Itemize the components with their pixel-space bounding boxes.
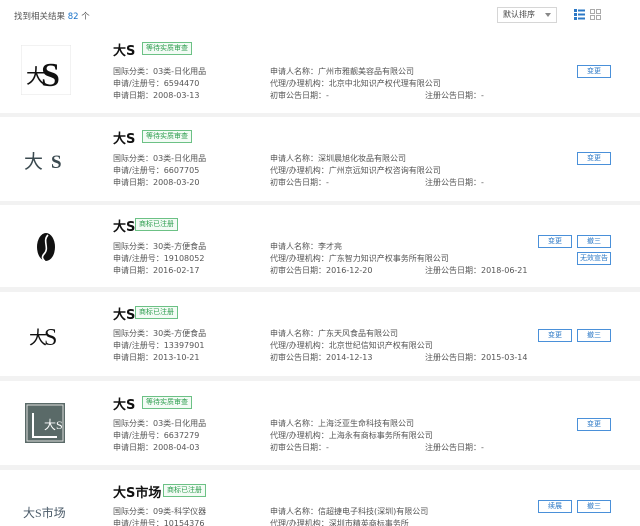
change-button[interactable]: 变更 — [577, 65, 611, 78]
trademark-name[interactable]: 大S — [113, 40, 135, 59]
reg-number-field: 申请/注册号：6637279 — [113, 431, 200, 440]
revoke-button[interactable]: 撤三 — [577, 235, 611, 248]
renew-button[interactable]: 续展 — [538, 500, 572, 513]
reg-date-field: 注册公告日期：- — [425, 91, 484, 100]
apply-date-field: 申请日期：2013-10-21 — [113, 353, 200, 362]
class-field: 国际分类：30类-方便食品 — [113, 242, 207, 251]
agent-field: 代理/办理机构：深圳市精英商标事务所 — [270, 519, 409, 526]
reg-date-field: 注册公告日期：- — [425, 178, 484, 187]
agent-field: 代理/办理机构：北京中北知识产权代理有限公司 — [270, 79, 441, 88]
result-count-suffix: 个 — [81, 12, 90, 22]
status-badge: 等待实质审查 — [142, 42, 192, 55]
result-card[interactable]: 大S 商标已注册 国际分类：30类-方便食品 申请/注册号：19108052 申… — [0, 205, 640, 287]
svg-text:S: S — [51, 152, 62, 173]
status-badge: 商标已注册 — [135, 218, 178, 231]
results-header: 找到相关结果 82 个 默认排序 — [0, 0, 640, 32]
trademark-name[interactable]: 大S市场 — [113, 482, 161, 501]
trademark-logo[interactable]: 大S — [21, 399, 71, 449]
result-card[interactable]: 大S 大S 等待实质审查 国际分类：03类-日化用品 申请/注册号：663727… — [0, 381, 640, 465]
status-badge: 等待实质审查 — [142, 130, 192, 143]
sort-dropdown[interactable]: 默认排序 — [497, 7, 557, 23]
class-field: 国际分类：03类-日化用品 — [113, 67, 207, 76]
result-card[interactable]: 大 S 大S 等待实质审查 国际分类：03类-日化用品 申请/注册号：65944… — [0, 29, 640, 113]
trademark-name[interactable]: 大S — [113, 394, 135, 413]
svg-text:S: S — [41, 57, 60, 94]
svg-text:大: 大 — [24, 151, 43, 173]
applicant-field: 申请人名称：深圳晨旭化妆品有限公司 — [270, 154, 406, 163]
trademark-name[interactable]: 大S — [113, 304, 135, 323]
result-count-prefix: 找到相关结果 — [14, 12, 66, 22]
chevron-down-icon — [545, 13, 551, 17]
reg-number-field: 申请/注册号：6607705 — [113, 166, 200, 175]
prelim-date-field: 初审公告日期：- — [270, 443, 329, 452]
result-count-number: 82 — [67, 12, 79, 22]
reg-number-field: 申请/注册号：13397901 — [113, 341, 205, 350]
trademark-name[interactable]: 大S — [113, 216, 135, 235]
applicant-field: 申请人名称：广东天风食品有限公司 — [270, 329, 398, 338]
class-field: 国际分类：30类-方便食品 — [113, 329, 207, 338]
trademark-logo[interactable]: 大 S — [21, 134, 71, 184]
result-card[interactable]: 大 S 大S 等待实质审查 国际分类：03类-日化用品 申请/注册号：66077… — [0, 117, 640, 201]
trademark-logo[interactable] — [21, 221, 71, 271]
svg-text:大S市场: 大S市场 — [23, 505, 66, 520]
apply-date-field: 申请日期：2008-04-03 — [113, 443, 200, 452]
status-badge: 商标已注册 — [135, 306, 178, 319]
status-badge: 商标已注册 — [163, 484, 206, 497]
change-button[interactable]: 变更 — [577, 418, 611, 431]
applicant-field: 申请人名称：信超捷电子科技(深圳)有限公司 — [270, 507, 429, 516]
apply-date-field: 申请日期：2008-03-13 — [113, 91, 200, 100]
prelim-date-field: 初审公告日期：2014-12-13 — [270, 353, 373, 362]
trademark-name[interactable]: 大S — [113, 128, 135, 147]
grid-view-icon[interactable] — [590, 9, 601, 20]
apply-date-field: 申请日期：2008-03-20 — [113, 178, 200, 187]
agent-field: 代理/办理机构：上海永有商标事务所有限公司 — [270, 431, 433, 440]
svg-text:大S: 大S — [44, 418, 63, 432]
applicant-field: 申请人名称：广州市雅靓美容品有限公司 — [270, 67, 414, 76]
reg-number-field: 申请/注册号：6594470 — [113, 79, 200, 88]
applicant-field: 申请人名称：上海泛亚生命科技有限公司 — [270, 419, 414, 428]
change-button[interactable]: 变更 — [577, 152, 611, 165]
list-view-icon[interactable] — [574, 9, 585, 20]
sort-label: 默认排序 — [503, 10, 535, 19]
reg-date-field: 注册公告日期：2018-06-21 — [425, 266, 528, 275]
revoke-button[interactable]: 撤三 — [577, 500, 611, 513]
class-field: 国际分类：03类-日化用品 — [113, 419, 207, 428]
prelim-date-field: 初审公告日期：- — [270, 178, 329, 187]
change-button[interactable]: 变更 — [538, 329, 572, 342]
change-button[interactable]: 变更 — [538, 235, 572, 248]
result-card[interactable]: 大S市场 大S市场 商标已注册 国际分类：09类-科学仪器 申请/注册号：101… — [0, 470, 640, 526]
applicant-field: 申请人名称：李才亮 — [270, 242, 342, 251]
invalidation-button[interactable]: 无效宣告 — [577, 252, 611, 265]
class-field: 国际分类：09类-科学仪器 — [113, 507, 207, 516]
class-field: 国际分类：03类-日化用品 — [113, 154, 207, 163]
status-badge: 等待实质审查 — [142, 396, 192, 409]
apply-date-field: 申请日期：2016-02-17 — [113, 266, 200, 275]
result-card[interactable]: 大 S 大S 商标已注册 国际分类：30类-方便食品 申请/注册号：133979… — [0, 292, 640, 376]
agent-field: 代理/办理机构：广东智力知识产权事务所有限公司 — [270, 254, 449, 263]
agent-field: 代理/办理机构：广州京远知识产权咨询有限公司 — [270, 166, 441, 175]
reg-number-field: 申请/注册号：19108052 — [113, 254, 205, 263]
trademark-logo[interactable]: 大 S — [21, 309, 71, 359]
revoke-button[interactable]: 撤三 — [577, 329, 611, 342]
svg-text:S: S — [44, 325, 57, 351]
trademark-logo[interactable]: 大S市场 — [19, 495, 73, 526]
reg-date-field: 注册公告日期：2015-03-14 — [425, 353, 528, 362]
agent-field: 代理/办理机构：北京世纪信知识产权有限公司 — [270, 341, 433, 350]
reg-date-field: 注册公告日期：- — [425, 443, 484, 452]
reg-number-field: 申请/注册号：10154376 — [113, 519, 205, 526]
trademark-logo[interactable]: 大 S — [21, 45, 71, 95]
prelim-date-field: 初审公告日期：2016-12-20 — [270, 266, 373, 275]
result-count: 找到相关结果 82 个 — [14, 10, 90, 22]
prelim-date-field: 初审公告日期：- — [270, 91, 329, 100]
